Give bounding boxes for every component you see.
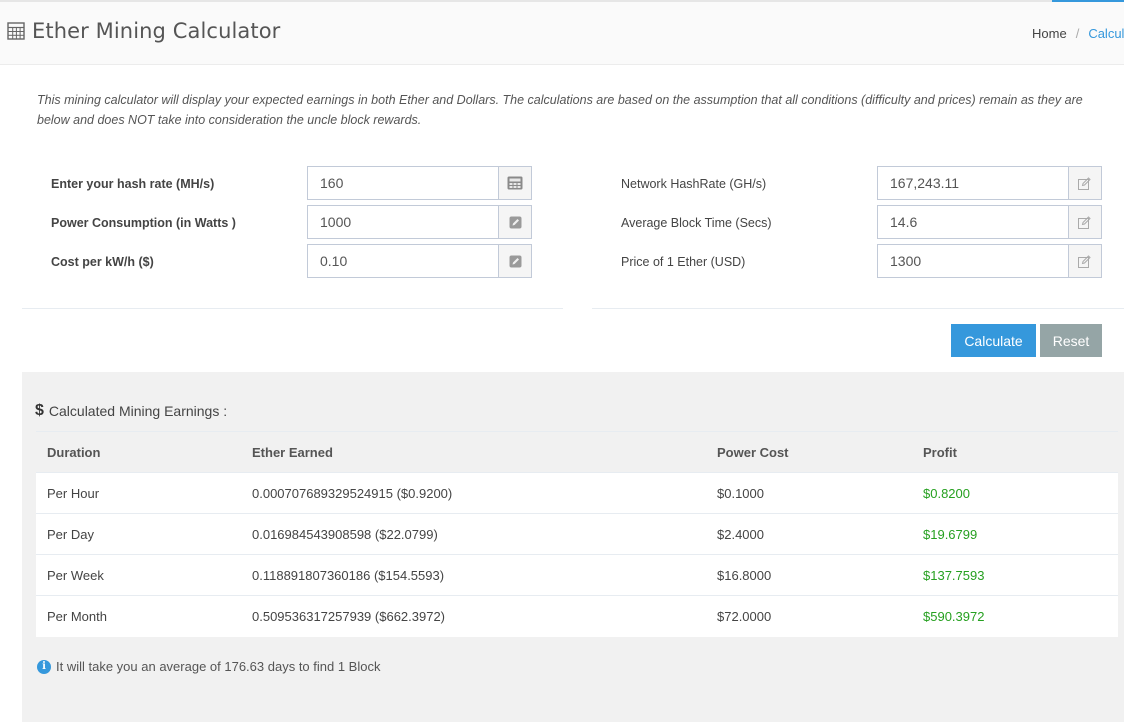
profit-cell: $590.3972 <box>923 609 985 624</box>
edit-icon <box>1078 254 1091 268</box>
breadcrumb: Home / Calcul <box>1032 26 1124 41</box>
column-header-duration: Duration <box>47 445 101 460</box>
table-header-row: Duration Ether Earned Power Cost Profit <box>36 432 1118 473</box>
info-icon: i <box>37 659 51 674</box>
hash-rate-addon[interactable] <box>498 166 532 200</box>
hash-rate-label-row: Enter your hash rate (MH/s) <box>51 177 214 191</box>
power-consumption-input[interactable] <box>307 205 498 239</box>
duration-cell: Per Hour <box>47 486 100 501</box>
breadcrumb-home-link[interactable]: Home <box>1032 26 1067 41</box>
title-group: Ether Mining Calculator <box>7 19 280 43</box>
cost-per-kwh-input[interactable] <box>307 244 498 278</box>
hash-rate-group <box>307 166 532 200</box>
power-label-row: Power Consumption (in Watts ) <box>51 216 236 230</box>
calculator-icon <box>7 22 25 40</box>
calculator-icon <box>507 176 523 190</box>
breadcrumb-current[interactable]: Calcul <box>1088 26 1124 41</box>
ether-price-label-row: Price of 1 Ether (USD) <box>621 255 745 269</box>
ether-price-group <box>877 244 1102 278</box>
duration-cell: Per Month <box>47 609 107 624</box>
power-consumption-addon[interactable] <box>498 205 532 239</box>
network-hashrate-label: Network HashRate (GH/s) <box>621 177 767 191</box>
profit-cell: $137.7593 <box>923 568 985 583</box>
edit-icon <box>1078 176 1091 190</box>
ether-earned-cell: 0.016984543908598 ($22.0799) <box>252 527 438 542</box>
power-consumption-group <box>307 205 532 239</box>
block-time-addon[interactable] <box>1068 205 1102 239</box>
cost-per-kwh-group <box>307 244 532 278</box>
column-header-ether: Ether Earned <box>252 445 333 460</box>
column-header-profit: Profit <box>923 445 957 460</box>
power-cost-cell: $16.8000 <box>717 568 772 583</box>
power-cost-cell: $72.0000 <box>717 609 772 624</box>
network-hashrate-group <box>877 166 1102 200</box>
intro-text: This mining calculator will display your… <box>37 93 1083 127</box>
duration-cell: Per Week <box>47 568 104 583</box>
form-divider-right <box>592 308 1124 309</box>
table-row: Per Day 0.016984543908598 ($22.0799) $2.… <box>36 514 1118 555</box>
breadcrumb-separator: / <box>1075 26 1080 41</box>
power-cost-cell: $2.4000 <box>717 527 764 542</box>
reset-button[interactable]: Reset <box>1040 324 1102 357</box>
network-hashrate-label-row: Network HashRate (GH/s) <box>621 177 766 191</box>
edit-icon <box>509 216 521 228</box>
ether-price-label: Price of 1 Ether (USD) <box>621 255 746 269</box>
network-hashrate-addon[interactable] <box>1068 166 1102 200</box>
hash-rate-label: Enter your hash rate (MH/s) <box>51 177 215 191</box>
ether-earned-cell: 0.509536317257939 ($662.3972) <box>252 609 446 624</box>
results-title: Calculated Mining Earnings : <box>48 403 228 419</box>
cost-per-kwh-label: Cost per kW/h ($) <box>51 255 154 269</box>
profit-cell: $19.6799 <box>923 527 978 542</box>
table-row: Per Hour 0.000707689329524915 ($0.9200) … <box>36 473 1118 514</box>
page-header: Ether Mining Calculator Home / Calcul <box>0 2 1124 65</box>
network-hashrate-input[interactable] <box>877 166 1068 200</box>
table-row: Per Month 0.509536317257939 ($662.3972) … <box>36 596 1118 637</box>
calculate-button[interactable]: Calculate <box>951 324 1036 357</box>
cost-per-kwh-addon[interactable] <box>498 244 532 278</box>
page-title: Ether Mining Calculator <box>32 19 281 43</box>
block-time-info: i It will take you an average of 176.63 … <box>37 659 380 674</box>
power-consumption-label: Power Consumption (in Watts ) <box>51 216 236 230</box>
block-time-label: Average Block Time (Secs) <box>621 216 772 230</box>
results-title-row: $ Calculated Mining Earnings : <box>35 402 227 420</box>
cost-label-row: Cost per kW/h ($) <box>51 255 154 269</box>
profit-cell: $0.8200 <box>923 486 970 501</box>
block-time-info-text: It will take you an average of 176.63 da… <box>56 659 381 674</box>
power-cost-cell: $0.1000 <box>717 486 764 501</box>
ether-earned-cell: 0.000707689329524915 ($0.9200) <box>252 486 453 501</box>
column-header-power-cost: Power Cost <box>717 445 789 460</box>
block-time-group <box>877 205 1102 239</box>
ether-price-addon[interactable] <box>1068 244 1102 278</box>
ether-earned-cell: 0.118891807360186 ($154.5593) <box>252 568 445 583</box>
hash-rate-input[interactable] <box>307 166 498 200</box>
block-time-label-row: Average Block Time (Secs) <box>621 216 772 230</box>
results-panel: $ Calculated Mining Earnings : Duration … <box>22 372 1124 722</box>
form-divider-left <box>22 308 563 309</box>
dollar-icon: $ <box>35 402 44 419</box>
earnings-table: Duration Ether Earned Power Cost Profit … <box>36 431 1118 637</box>
ether-price-input[interactable] <box>877 244 1068 278</box>
edit-icon <box>509 255 521 267</box>
block-time-input[interactable] <box>877 205 1068 239</box>
table-row: Per Week 0.118891807360186 ($154.5593) $… <box>36 555 1118 596</box>
duration-cell: Per Day <box>47 527 94 542</box>
edit-icon <box>1078 215 1091 229</box>
